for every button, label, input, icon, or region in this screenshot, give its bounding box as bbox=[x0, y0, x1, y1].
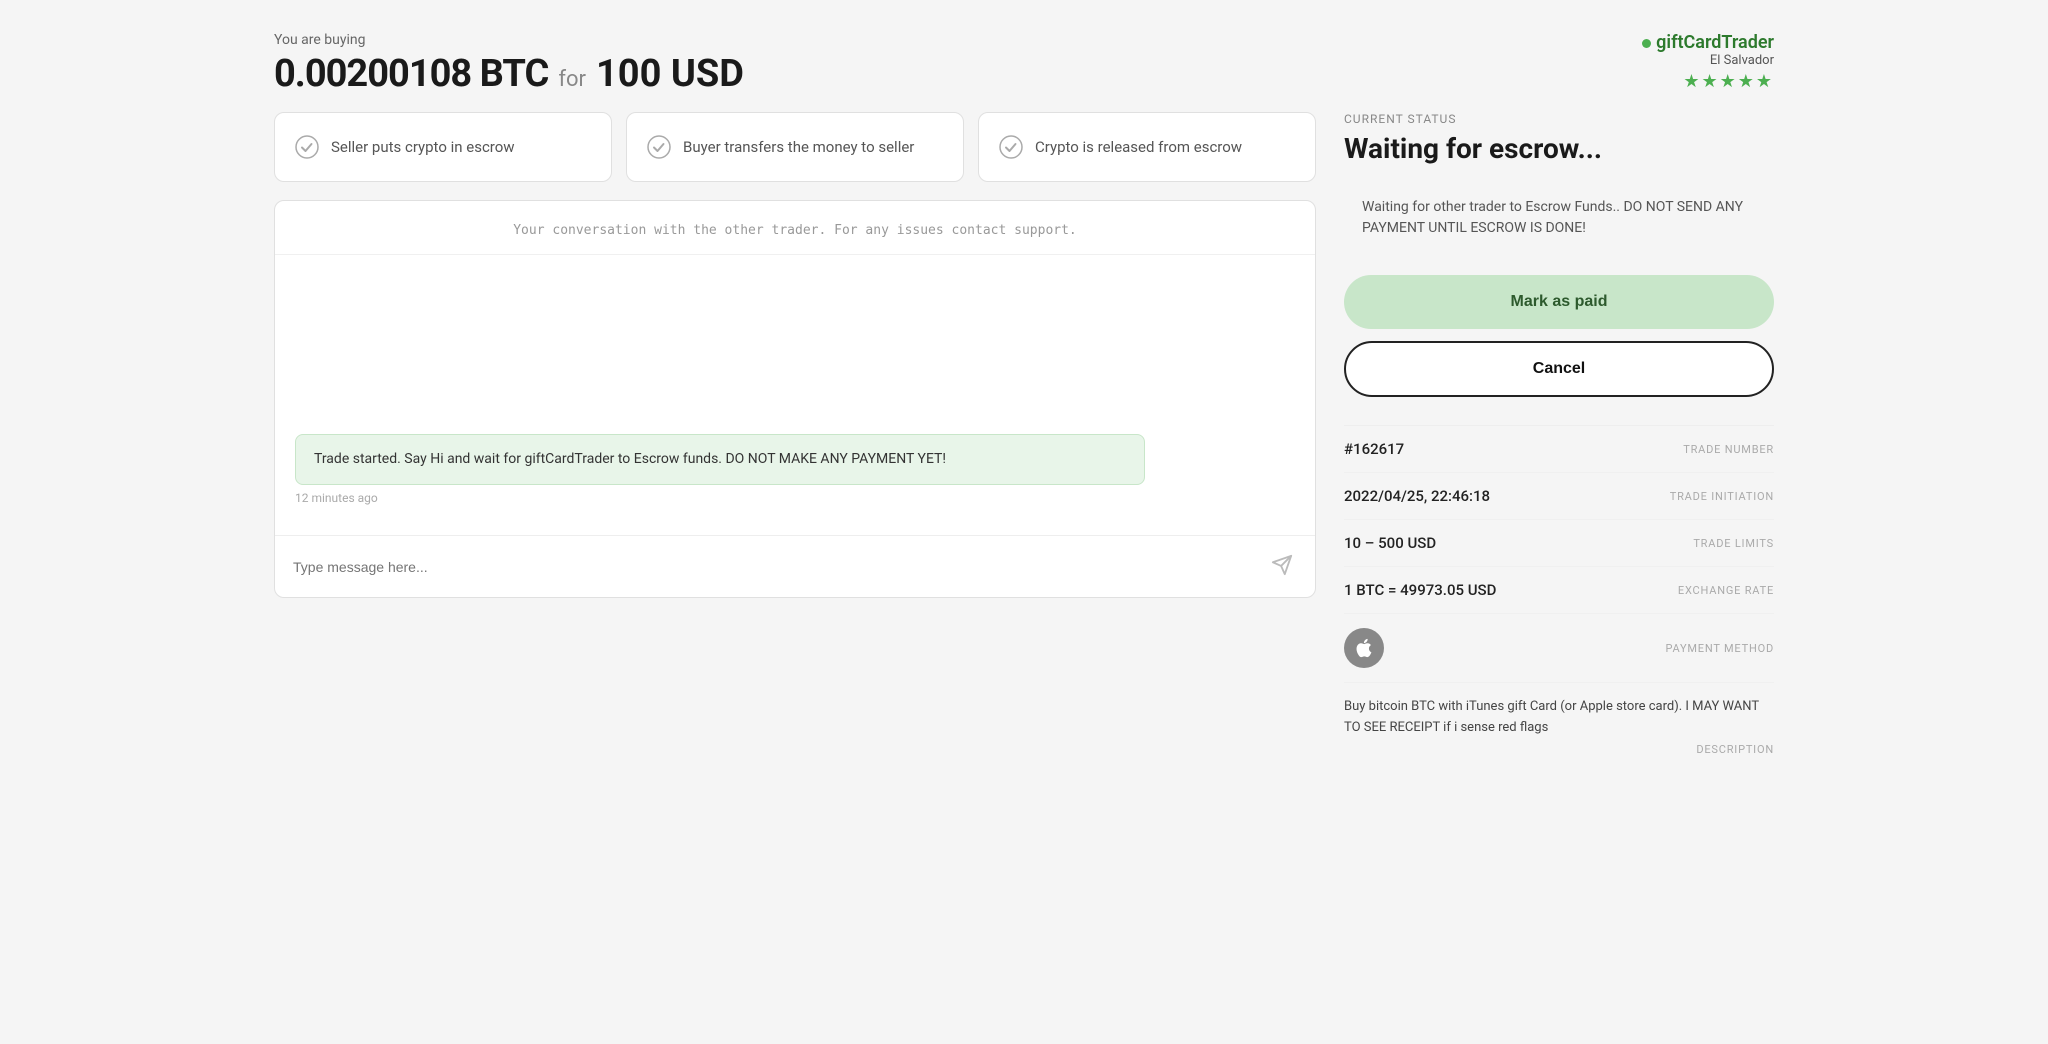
step-3-card: Crypto is released from escrow bbox=[978, 112, 1316, 182]
chat-panel: Your conversation with the other trader.… bbox=[274, 200, 1316, 598]
trade-limits-row: 10 – 500 USD TRADE LIMITS bbox=[1344, 520, 1774, 567]
trade-initiation-label: TRADE INITIATION bbox=[1670, 490, 1774, 503]
trader-name: giftCardTrader bbox=[1642, 32, 1774, 53]
right-panel: CURRENT STATUS Waiting for escrow... Wai… bbox=[1344, 112, 1774, 770]
payment-method-row: PAYMENT METHOD bbox=[1344, 614, 1774, 683]
trade-initiation-value: 2022/04/25, 22:46:18 bbox=[1344, 487, 1490, 505]
trade-initiation-row: 2022/04/25, 22:46:18 TRADE INITIATION bbox=[1344, 473, 1774, 520]
escrow-warning: Waiting for other trader to Escrow Funds… bbox=[1344, 181, 1774, 255]
online-dot bbox=[1642, 39, 1651, 48]
apple-pay-icon bbox=[1344, 628, 1384, 668]
steps-row: Seller puts crypto in escrow Buyer trans… bbox=[274, 112, 1316, 182]
exchange-rate-row: 1 BTC = 49973.05 USD EXCHANGE RATE bbox=[1344, 567, 1774, 614]
description-section: Buy bitcoin BTC with iTunes gift Card (o… bbox=[1344, 683, 1774, 770]
description-text: Buy bitcoin BTC with iTunes gift Card (o… bbox=[1344, 697, 1774, 739]
cancel-button[interactable]: Cancel bbox=[1344, 341, 1774, 397]
trade-number-row: #162617 TRADE NUMBER bbox=[1344, 426, 1774, 473]
step3-check-icon bbox=[999, 135, 1023, 159]
mark-paid-button[interactable]: Mark as paid bbox=[1344, 275, 1774, 329]
chat-messages: Trade started. Say Hi and wait for giftC… bbox=[275, 255, 1315, 535]
payment-method-label: PAYMENT METHOD bbox=[1666, 642, 1774, 655]
trader-location: El Salvador bbox=[1642, 53, 1774, 68]
step1-check-icon bbox=[295, 135, 319, 159]
status-title: Waiting for escrow... bbox=[1344, 132, 1774, 165]
usd-amount: 100 USD bbox=[596, 52, 744, 96]
send-button[interactable] bbox=[1267, 550, 1297, 583]
trader-stars: ★★★★★ bbox=[1642, 71, 1774, 92]
chat-input[interactable] bbox=[293, 559, 1257, 575]
chat-input-row bbox=[275, 535, 1315, 597]
message-bubble: Trade started. Say Hi and wait for giftC… bbox=[295, 434, 1145, 485]
current-status-label: CURRENT STATUS bbox=[1344, 112, 1774, 126]
step2-check-icon bbox=[647, 135, 671, 159]
step-1-card: Seller puts crypto in escrow bbox=[274, 112, 612, 182]
trader-info: giftCardTrader El Salvador ★★★★★ bbox=[1642, 32, 1774, 92]
for-text: for bbox=[558, 67, 586, 92]
buying-label: You are buying bbox=[274, 32, 744, 48]
step-2-card: Buyer transfers the money to seller bbox=[626, 112, 964, 182]
left-panel: Seller puts crypto in escrow Buyer trans… bbox=[274, 112, 1316, 598]
step1-text: Seller puts crypto in escrow bbox=[331, 137, 515, 158]
trade-number-value: #162617 bbox=[1344, 440, 1404, 458]
step3-text: Crypto is released from escrow bbox=[1035, 137, 1242, 158]
trade-limits-label: TRADE LIMITS bbox=[1693, 537, 1774, 550]
trade-limits-value: 10 – 500 USD bbox=[1344, 534, 1436, 552]
exchange-rate-value: 1 BTC = 49973.05 USD bbox=[1344, 581, 1496, 599]
exchange-rate-label: EXCHANGE RATE bbox=[1678, 584, 1774, 597]
message-time: 12 minutes ago bbox=[295, 491, 1295, 505]
btc-amount: 0.00200108 BTC bbox=[274, 52, 548, 96]
trade-number-label: TRADE NUMBER bbox=[1683, 443, 1774, 456]
trade-details: #162617 TRADE NUMBER 2022/04/25, 22:46:1… bbox=[1344, 425, 1774, 770]
description-label: DESCRIPTION bbox=[1344, 743, 1774, 756]
step2-text: Buyer transfers the money to seller bbox=[683, 137, 914, 158]
chat-header-text: Your conversation with the other trader.… bbox=[275, 201, 1315, 255]
